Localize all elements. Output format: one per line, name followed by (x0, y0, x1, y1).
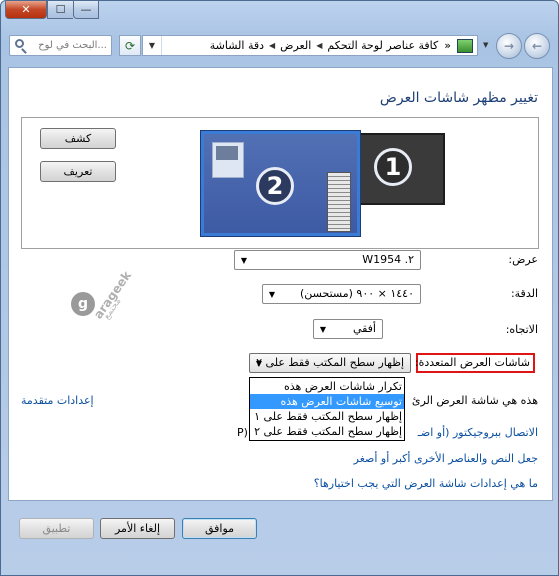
display-select[interactable]: ▼ ٢. W1954 (234, 250, 421, 270)
monitor-arrangement: كشف تعريف 1 2 (21, 117, 539, 249)
multiple-displays-dropdown: تكرار شاشات العرض هذه توسيع شاشات العرض … (249, 377, 405, 441)
multiple-displays-value: إظهار سطح المكتب فقط على ٢ (256, 356, 404, 369)
multiple-displays-select[interactable]: ▼ إظهار سطح المكتب فقط على ٢ (249, 353, 411, 373)
resolution-value: ١٤٤٠ × ٩٠٠ (مستحسن) (300, 287, 414, 300)
settings-panel: تغيير مظهر شاشات العرض كشف تعريف 1 2 g a… (8, 67, 553, 501)
breadcrumb-resolution[interactable]: دقة الشاشة (207, 39, 267, 52)
option-only-2[interactable]: إظهار سطح المكتب فقط على ٢ (250, 424, 404, 439)
forward-button[interactable]: → (496, 33, 522, 59)
window-controls: ✕ ☐ — (5, 1, 99, 19)
option-duplicate[interactable]: تكرار شاشات العرض هذه (250, 379, 404, 394)
refresh-button[interactable]: ⟳ (119, 35, 141, 56)
watermark: g arageek مجتمع (71, 264, 151, 344)
projector-link[interactable]: الاتصال ببروجيكتور (أو اضـ (418, 426, 538, 439)
detect-button[interactable]: كشف (40, 128, 116, 149)
chevron-down-icon: ▼ (319, 324, 327, 334)
address-bar[interactable]: ▼ « كافة عناصر لوحة التحكم ◀ العرض ◀ دقة… (142, 35, 478, 56)
advanced-settings-link[interactable]: إعدادات متقدمة (21, 394, 94, 407)
nav-buttons: ▼ → ← (481, 31, 553, 59)
minimize-button[interactable]: — (73, 1, 99, 19)
breadcrumb-all-items[interactable]: كافة عناصر لوحة التحكم (324, 39, 441, 52)
control-panel-window: ✕ ☐ — البحث في لوح... ⟳ ▼ « كافة عناصر ل… (0, 0, 559, 576)
projector-suffix: (P (237, 426, 248, 439)
identify-button[interactable]: تعريف (40, 161, 116, 182)
option-extend[interactable]: توسيع شاشات العرض هذه (250, 394, 404, 409)
control-panel-icon (457, 38, 473, 53)
breadcrumb: « كافة عناصر لوحة التحكم ◀ العرض ◀ دقة ا… (207, 36, 473, 55)
search-box[interactable]: البحث في لوح... (9, 35, 112, 56)
resolution-select[interactable]: ▼ ١٤٤٠ × ٩٠٠ (مستحسن) (262, 284, 421, 304)
breadcrumb-display[interactable]: العرض (277, 39, 314, 52)
breadcrumb-arrow-icon[interactable]: ◀ (267, 41, 277, 50)
search-placeholder: البحث في لوح... (38, 40, 107, 51)
orientation-select[interactable]: ▼ أفقي (313, 319, 383, 339)
close-button[interactable]: ✕ (5, 1, 47, 19)
chevron-down-icon: ▼ (148, 41, 156, 50)
main-display-text: هذه هي شاشة العرض الرئ (411, 394, 538, 407)
breadcrumb-overflow[interactable]: « (441, 39, 454, 52)
ok-button[interactable]: موافق (182, 518, 257, 539)
recent-pages-icon[interactable]: ▼ (483, 41, 488, 49)
forward-arrow-icon: → (503, 39, 515, 53)
page-title: تغيير مظهر شاشات العرض (379, 90, 538, 106)
chevron-down-icon: ▼ (240, 255, 248, 265)
monitor-2[interactable]: 2 (201, 131, 360, 236)
navigation-bar: البحث في لوح... ⟳ ▼ « كافة عناصر لوحة ال… (1, 30, 558, 60)
multiple-displays-label: شاشات العرض المتعددة: (414, 356, 530, 369)
monitor-2-number: 2 (256, 167, 294, 205)
back-button[interactable]: ← (524, 33, 550, 59)
back-arrow-icon: ← (531, 39, 543, 53)
search-icon[interactable] (15, 39, 24, 48)
orientation-value: أفقي (352, 322, 376, 335)
monitor-1-number: 1 (374, 148, 412, 186)
desktop-panel-icon (327, 172, 351, 232)
chevron-down-icon: ▼ (268, 289, 276, 299)
option-only-1[interactable]: إظهار سطح المكتب فقط على ١ (250, 409, 404, 424)
orientation-label: الاتجاه: (505, 323, 538, 336)
refresh-icon: ⟳ (124, 38, 136, 53)
desktop-window-icon (212, 142, 244, 178)
resolution-label: الدقة: (510, 287, 538, 300)
monitor-1[interactable]: 1 (347, 133, 445, 205)
address-history-dropdown[interactable]: ▼ (143, 36, 162, 55)
apply-button[interactable]: تطبيق (19, 518, 94, 539)
maximize-button[interactable]: ☐ (47, 1, 73, 19)
which-settings-link[interactable]: ما هي إعدادات شاشة العرض التي يجب اختيار… (314, 477, 538, 490)
breadcrumb-arrow-icon[interactable]: ◀ (314, 41, 324, 50)
cancel-button[interactable]: إلغاء الأمر (100, 518, 175, 539)
minimize-icon: — (80, 3, 92, 16)
display-label: عرض: (508, 253, 538, 266)
text-size-link[interactable]: جعل النص والعناصر الأخرى أكبر أو أصغر (354, 452, 538, 465)
display-value: ٢. W1954 (362, 253, 414, 266)
maximize-icon: ☐ (55, 3, 66, 16)
close-icon: ✕ (21, 3, 31, 16)
